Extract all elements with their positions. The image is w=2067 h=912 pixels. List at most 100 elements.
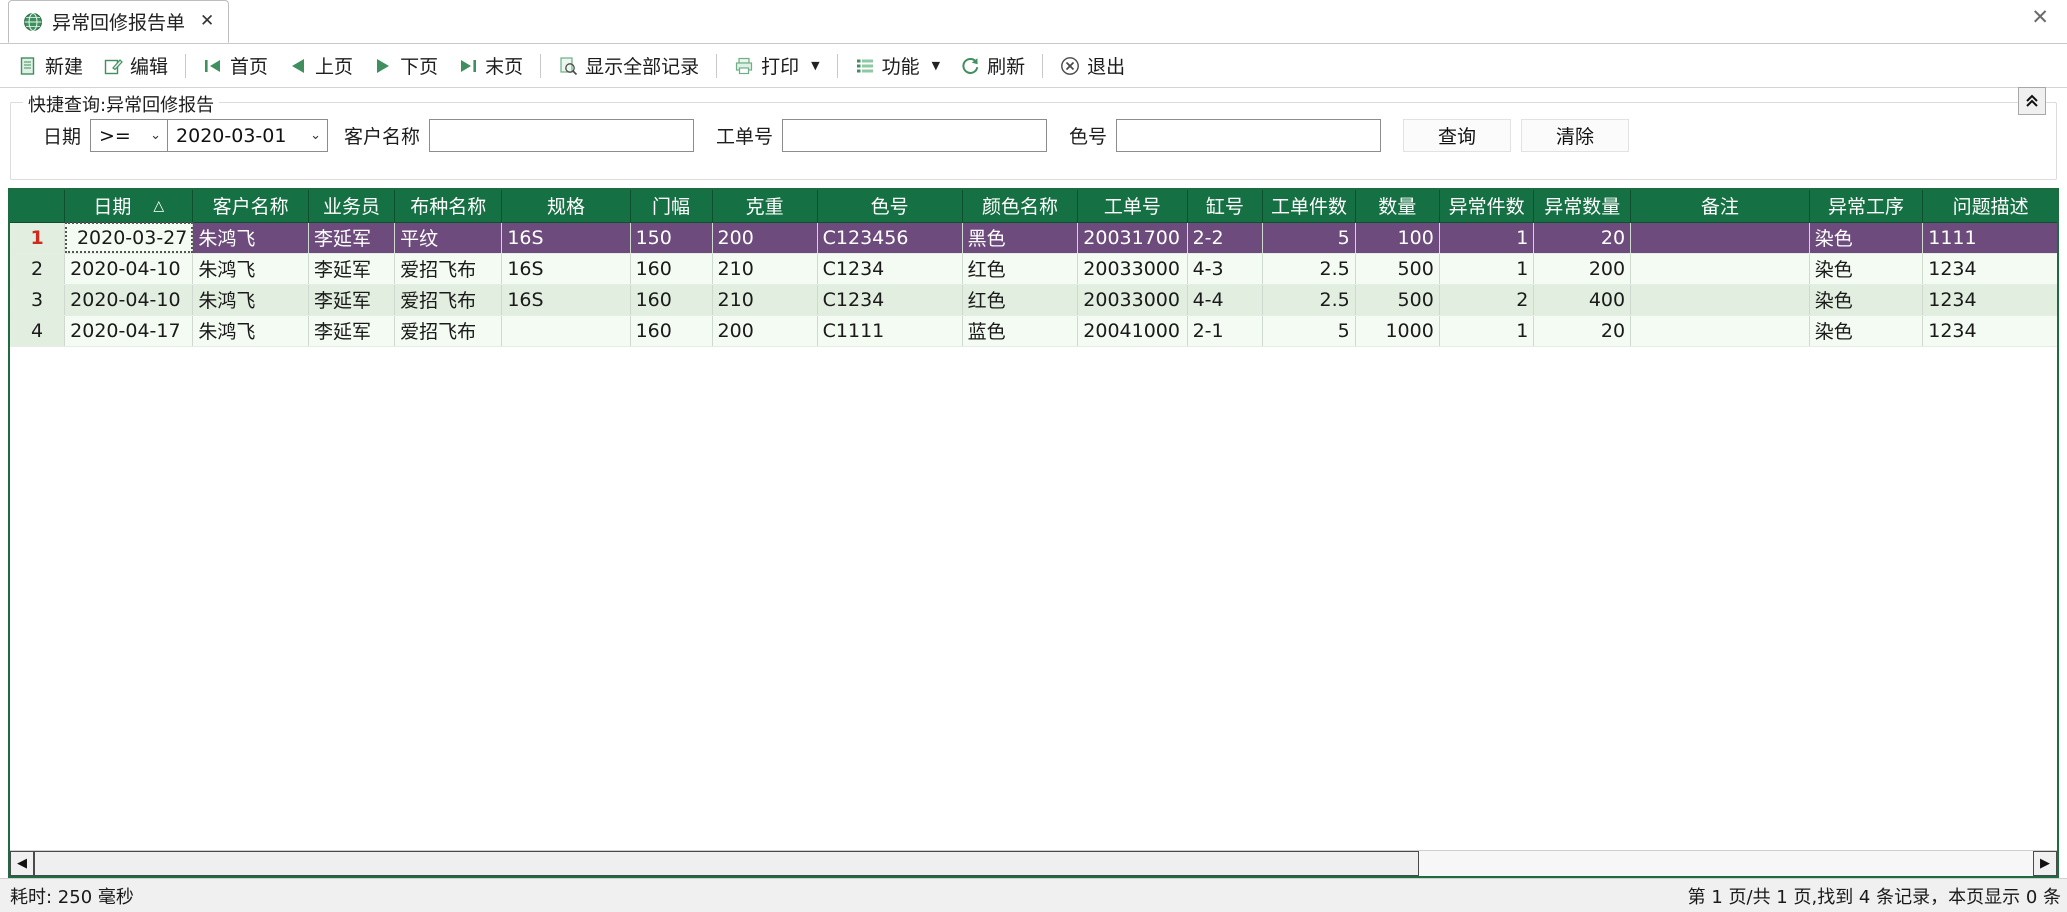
column-header-colorname[interactable]: 颜色名称	[962, 190, 1079, 223]
cell-salesman[interactable]: 李延军	[308, 253, 396, 285]
cell-vat[interactable]: 4-4	[1187, 284, 1264, 316]
column-header-wo_pieces[interactable]: 工单件数	[1262, 190, 1356, 223]
horizontal-scrollbar[interactable]: ◀ ▶	[10, 850, 2057, 876]
row-number-cell[interactable]: 1	[10, 222, 66, 254]
cell-qty[interactable]: 1000	[1355, 315, 1440, 347]
column-header-width[interactable]: 门幅	[630, 190, 713, 223]
cell-customer[interactable]: 朱鸿飞	[192, 315, 309, 347]
toolbar-button-first-page[interactable]: 首页	[193, 49, 278, 82]
cell-colorno[interactable]: C123456	[817, 222, 963, 254]
cell-salesman[interactable]: 李延军	[308, 315, 396, 347]
cell-spec[interactable]: 16S	[501, 253, 631, 285]
toolbar-button-print[interactable]: 打印 ▼	[724, 49, 829, 82]
cell-width[interactable]: 160	[630, 253, 713, 285]
cell-colorname[interactable]: 蓝色	[962, 315, 1079, 347]
cell-remark[interactable]	[1630, 222, 1810, 254]
cell-abn_pieces[interactable]: 2	[1439, 284, 1535, 316]
column-header-rownum[interactable]	[10, 190, 66, 223]
cell-workorder[interactable]: 20041000	[1077, 315, 1188, 347]
cell-remark[interactable]	[1630, 284, 1810, 316]
cell-vat[interactable]: 2-2	[1187, 222, 1264, 254]
cell-remark[interactable]	[1630, 253, 1810, 285]
cell-problem[interactable]: 1111	[1922, 222, 2057, 254]
cell-abn_pieces[interactable]: 1	[1439, 315, 1535, 347]
cell-wo_pieces[interactable]: 5	[1262, 315, 1356, 347]
toolbar-button-refresh[interactable]: 刷新	[950, 49, 1035, 82]
cell-colorno[interactable]: C1234	[817, 284, 963, 316]
toolbar-button-new[interactable]: 新建	[8, 49, 93, 82]
toolbar-button-next-page[interactable]: 下页	[363, 49, 448, 82]
workorder-input[interactable]	[782, 119, 1048, 152]
cell-abn_qty[interactable]: 400	[1533, 284, 1632, 316]
cell-customer[interactable]: 朱鸿飞	[192, 284, 309, 316]
cell-problem[interactable]: 1234	[1922, 284, 2057, 316]
date-operator-select[interactable]: >= ⌄	[90, 119, 169, 152]
cell-date[interactable]: 2020-03-27	[64, 222, 194, 254]
cell-date[interactable]: 2020-04-10	[64, 284, 194, 316]
scroll-left-button[interactable]: ◀	[10, 851, 34, 876]
table-row[interactable]: 1 2020-03-27 朱鸿飞 李延军 平纹 16S 150 200 C123456 黑色 200…	[10, 222, 2057, 254]
column-header-date[interactable]: 日期 △	[64, 190, 194, 223]
cell-wo_pieces[interactable]: 2.5	[1262, 253, 1356, 285]
cell-workorder[interactable]: 20033000	[1077, 253, 1188, 285]
cell-vat[interactable]: 4-3	[1187, 253, 1264, 285]
cell-problem[interactable]: 1234	[1922, 253, 2057, 285]
cell-workorder[interactable]: 20033000	[1077, 284, 1188, 316]
cell-weight[interactable]: 200	[712, 222, 818, 254]
cell-fabric[interactable]: 爱招飞布	[394, 284, 503, 316]
cell-fabric[interactable]: 爱招飞布	[394, 315, 503, 347]
cell-colorname[interactable]: 红色	[962, 253, 1079, 285]
cell-date[interactable]: 2020-04-10	[64, 253, 194, 285]
cell-workorder[interactable]: 20031700	[1077, 222, 1188, 254]
date-value-select[interactable]: 2020-03-01 ⌄	[168, 119, 329, 152]
cell-abn_qty[interactable]: 20	[1533, 222, 1632, 254]
column-header-remark[interactable]: 备注	[1630, 190, 1810, 223]
grid-scroll-area[interactable]: 日期 △ 客户名称 业务员 布种名称 规格 门幅 克重 色号 颜色名称 工单号 缸号 工单件数 数量 异常件…	[10, 190, 2057, 850]
tab-abnormal-repair-report[interactable]: 异常回修报告单 ✕	[8, 0, 230, 43]
cell-colorname[interactable]: 红色	[962, 284, 1079, 316]
cell-abn_qty[interactable]: 200	[1533, 253, 1632, 285]
cell-qty[interactable]: 500	[1355, 253, 1440, 285]
scroll-right-button[interactable]: ▶	[2033, 851, 2057, 876]
color-no-input[interactable]	[1116, 119, 1382, 152]
column-header-spec[interactable]: 规格	[501, 190, 631, 223]
collapse-panel-button[interactable]	[2018, 87, 2046, 115]
cell-salesman[interactable]: 李延军	[308, 284, 396, 316]
table-row[interactable]: 4 2020-04-17 朱鸿飞 李延军 爱招飞布 160 200 C1111 蓝色 200410…	[10, 315, 2057, 347]
cell-width[interactable]: 160	[630, 284, 713, 316]
clear-button[interactable]: 清除	[1521, 119, 1630, 152]
row-number-cell[interactable]: 3	[10, 284, 66, 316]
chevron-down-icon[interactable]: ▼	[932, 59, 940, 72]
cell-qty[interactable]: 100	[1355, 222, 1440, 254]
cell-width[interactable]: 150	[630, 222, 713, 254]
window-close-icon[interactable]: ✕	[2025, 5, 2055, 30]
close-icon[interactable]: ✕	[200, 13, 214, 30]
toolbar-button-edit[interactable]: 编辑	[93, 49, 178, 82]
search-button[interactable]: 查询	[1403, 119, 1512, 152]
cell-width[interactable]: 160	[630, 315, 713, 347]
customer-name-input[interactable]	[429, 119, 695, 152]
toolbar-button-function[interactable]: 功能 ▼	[845, 49, 950, 82]
cell-vat[interactable]: 2-1	[1187, 315, 1264, 347]
scrollbar-thumb[interactable]	[34, 851, 1419, 876]
cell-abn_pieces[interactable]: 1	[1439, 222, 1535, 254]
column-header-vat[interactable]: 缸号	[1187, 190, 1264, 223]
cell-customer[interactable]: 朱鸿飞	[192, 222, 309, 254]
toolbar-button-exit[interactable]: 退出	[1050, 49, 1135, 82]
column-header-colorno[interactable]: 色号	[817, 190, 963, 223]
scrollbar-track[interactable]	[34, 851, 2033, 876]
row-number-cell[interactable]: 4	[10, 315, 66, 347]
column-header-customer[interactable]: 客户名称	[192, 190, 309, 223]
cell-problem[interactable]: 1234	[1922, 315, 2057, 347]
cell-colorno[interactable]: C1111	[817, 315, 963, 347]
cell-wo_pieces[interactable]: 5	[1262, 222, 1356, 254]
cell-spec[interactable]	[501, 315, 631, 347]
cell-abn_process[interactable]: 染色	[1809, 253, 1924, 285]
cell-abn_qty[interactable]: 20	[1533, 315, 1632, 347]
cell-weight[interactable]: 210	[712, 253, 818, 285]
cell-spec[interactable]: 16S	[501, 284, 631, 316]
table-row[interactable]: 3 2020-04-10 朱鸿飞 李延军 爱招飞布 16S 160 210 C1234 红色 200…	[10, 284, 2057, 316]
cell-fabric[interactable]: 爱招飞布	[394, 253, 503, 285]
toolbar-button-last-page[interactable]: 末页	[448, 49, 533, 82]
cell-remark[interactable]	[1630, 315, 1810, 347]
